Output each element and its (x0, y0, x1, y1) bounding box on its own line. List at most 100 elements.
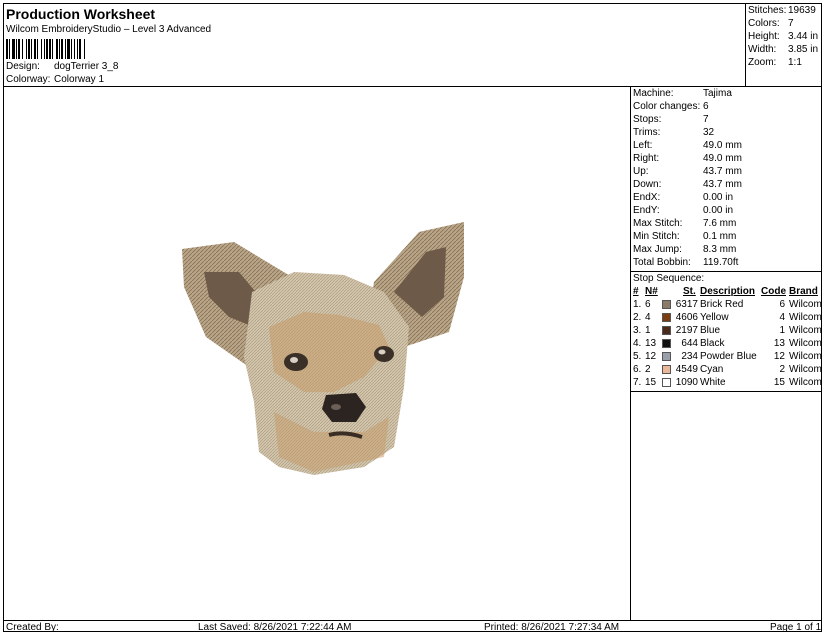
info-row: Color changes: 6 (633, 101, 709, 112)
info-label: Total Bobbin: (633, 257, 691, 268)
summary-panel: Stitches: 19639 Colors: 7 Height: 3.44 in W… (745, 4, 822, 87)
info-value: 0.00 in (703, 192, 734, 203)
stop-sequence-label: Stop Sequence: (633, 273, 705, 284)
info-label: Max Jump: (633, 244, 682, 255)
info-value: 8.3 mm (703, 244, 737, 255)
summary-label: Zoom: (748, 57, 777, 68)
info-label: Left: (633, 140, 653, 151)
info-row: Max Jump: 8.3 mm (633, 244, 736, 255)
color-swatch (662, 339, 671, 348)
stop-num: 2. (633, 312, 642, 323)
col-stitches: St. (683, 286, 696, 297)
color-swatch (662, 326, 671, 335)
design-preview (4, 87, 631, 620)
info-value: Tajima (703, 88, 732, 99)
info-value: 0.1 mm (703, 231, 737, 242)
info-value: 43.7 mm (703, 179, 742, 190)
stop-code: 4 (779, 312, 785, 323)
stop-brand: Wilcom (789, 312, 822, 323)
nose-highlight (331, 404, 341, 410)
stop-brand: Wilcom (789, 338, 822, 349)
info-label: EndY: (633, 205, 660, 216)
color-swatch (662, 300, 671, 309)
info-value: 49.0 mm (703, 153, 742, 164)
info-label: Stops: (633, 114, 662, 125)
colorway-label: Colorway: (6, 74, 51, 85)
stop-code: 1 (779, 325, 785, 336)
col-num: # (633, 286, 639, 297)
info-value: 43.7 mm (703, 166, 742, 177)
col-needle: N# (645, 286, 658, 297)
color-swatch (662, 313, 671, 322)
info-row: Down: 43.7 mm (633, 179, 742, 190)
left-eye-highlight (290, 357, 298, 363)
stop-brand: Wilcom (789, 377, 822, 388)
stop-description: Powder Blue (700, 351, 757, 362)
info-label: Down: (633, 179, 662, 190)
summary-row: Stitches: 19639 (748, 5, 816, 16)
stop-num: 4. (633, 338, 642, 349)
info-label: Max Stitch: (633, 218, 683, 229)
info-row: Trims: 32 (633, 127, 714, 138)
stop-num: 5. (633, 351, 642, 362)
stop-code: 15 (773, 377, 785, 388)
stop-sequence-row: 5. 12 234 Powder Blue 12 Wilcom (633, 351, 822, 364)
stop-st: 4606 (675, 312, 698, 323)
design-row: Design: dogTerrier 3_8 (6, 61, 118, 72)
stop-sequence-row: 1. 6 6317 Brick Red 6 Wilcom (633, 299, 822, 312)
barcode (6, 39, 144, 59)
stop-code: 12 (773, 351, 785, 362)
stop-n: 1 (645, 325, 651, 336)
info-label: EndX: (633, 192, 661, 203)
col-description: Description (700, 286, 756, 297)
info-row: Up: 43.7 mm (633, 166, 742, 177)
stop-description: Blue (700, 325, 721, 336)
embroidery-dog-image (182, 222, 464, 475)
summary-row: Height: 3.44 in (748, 31, 818, 42)
info-value: 7.6 mm (703, 218, 737, 229)
machine-info-panel: Machine: Tajima Color changes: 6 Stops: 7 T… (631, 87, 822, 620)
stop-brand: Wilcom (789, 351, 822, 362)
info-value: 0.00 in (703, 205, 734, 216)
page-number: Page 1 of 1 (770, 622, 822, 633)
stop-st: 4549 (675, 364, 698, 375)
stop-brand: Wilcom (789, 299, 822, 310)
stop-code: 2 (779, 364, 785, 375)
color-swatch (662, 352, 671, 361)
stop-description: Yellow (700, 312, 729, 323)
stop-description: Brick Red (700, 299, 744, 310)
info-row: Total Bobbin: 119.70ft (633, 257, 738, 268)
stop-st: 6317 (675, 299, 698, 310)
info-label: Machine: (633, 88, 674, 99)
summary-value: 19639 (788, 5, 816, 16)
stop-n: 6 (645, 299, 651, 310)
stop-n: 4 (645, 312, 651, 323)
design-label: Design: (6, 61, 40, 72)
info-row: Min Stitch: 0.1 mm (633, 231, 736, 242)
last-saved: Last Saved: 8/26/2021 7:22:44 AM (198, 622, 352, 633)
stop-num: 3. (633, 325, 642, 336)
summary-row: Colors: 7 (748, 18, 794, 29)
info-row: Left: 49.0 mm (633, 140, 742, 151)
col-code: Code (761, 286, 786, 297)
info-row: Machine: Tajima (633, 88, 732, 99)
info-value: 119.70ft (703, 257, 739, 268)
summary-row: Zoom: 1:1 (748, 57, 802, 68)
stop-sequence-row: 4. 13 644 Black 13 Wilcom (633, 338, 822, 351)
printed-date: Printed: 8/26/2021 7:27:34 AM (484, 622, 620, 633)
stop-description: Black (700, 338, 725, 349)
worksheet: Production Worksheet Wilcom EmbroiderySt… (3, 3, 822, 633)
stop-num: 7. (633, 377, 642, 388)
stop-num: 1. (633, 299, 642, 310)
colorway-value: Colorway 1 (54, 74, 105, 85)
design-value: dogTerrier 3_8 (54, 61, 119, 72)
software-name: Wilcom EmbroideryStudio – Level 3 Advanc… (6, 24, 212, 35)
page-title: Production Worksheet (6, 6, 156, 22)
stop-brand: Wilcom (789, 364, 822, 375)
created-by: Created By: (6, 622, 59, 633)
stop-st: 2197 (675, 325, 698, 336)
stop-description: Cyan (700, 364, 724, 375)
worksheet-footer: Created By: Last Saved: 8/26/2021 7:22:4… (4, 620, 822, 633)
stop-sequence-row: 6. 2 4549 Cyan 2 Wilcom (633, 364, 822, 377)
info-label: Color changes: (633, 101, 701, 112)
